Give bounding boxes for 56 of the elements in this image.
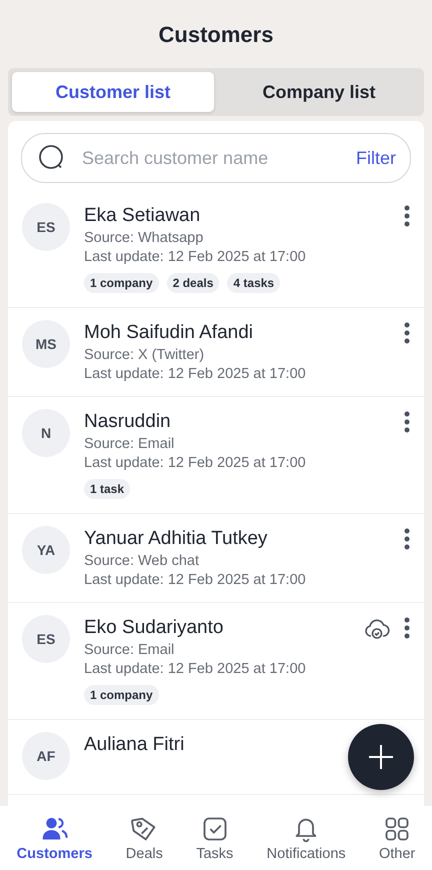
more-icon — [404, 617, 410, 639]
customer-name: Yanuar Adhitia Tutkey — [84, 527, 268, 550]
search-icon — [38, 144, 66, 172]
customer-name: Eka Setiawan — [84, 204, 202, 227]
customer-row[interactable]: MS Moh Saifudin Afandi Source: X (Twitter) Last update: 12 Feb 2025 at 17:00 — [8, 308, 424, 397]
more-icon — [404, 205, 410, 227]
customer-source: Source: Email — [84, 642, 176, 658]
count-tag: 1 task — [84, 479, 130, 499]
more-icon — [404, 528, 410, 550]
avatar: ES — [22, 615, 70, 663]
more-icon — [404, 411, 410, 433]
nav-item[interactable]: Customers — [14, 814, 94, 862]
more-icon — [404, 322, 410, 344]
checkbox-icon — [200, 814, 229, 842]
avatar: YA — [22, 526, 70, 574]
last-update: Last update: 12 Feb 2025 at 17:00 — [84, 455, 307, 471]
page-title: Customers — [158, 21, 274, 49]
customer-source: Source: Web chat — [84, 553, 200, 569]
customer-source: Source: X (Twitter) — [84, 347, 206, 363]
tab[interactable]: Customer list — [12, 72, 214, 112]
customer-name: Auliana Fitri — [84, 733, 186, 756]
more-button[interactable] — [404, 322, 410, 344]
avatar: MS — [22, 320, 70, 368]
last-update: Last update: 12 Feb 2025 at 17:00 — [84, 661, 307, 677]
customer-row[interactable]: ES Eka Setiawan Source: Whatsapp Last update: 12 Feb 2025 at 17:00 1 company 2 deals 4 tasks — [8, 191, 424, 308]
customer-source: Source: Whatsapp — [84, 230, 204, 246]
grid-icon — [383, 814, 412, 842]
more-button[interactable] — [404, 411, 410, 433]
more-button[interactable] — [404, 205, 410, 227]
count-tag: 1 company — [84, 685, 159, 705]
customer-row[interactable]: ES Eko Sudariyanto Source: Email Last update: 12 Feb 2025 at 17:00 1 company — [8, 603, 424, 720]
avatar: AF — [22, 732, 70, 780]
plus-icon — [368, 744, 394, 770]
more-button[interactable] — [404, 528, 410, 550]
last-update: Last update: 12 Feb 2025 at 17:00 — [84, 366, 307, 382]
count-tag: 1 company — [84, 273, 159, 293]
search-field[interactable]: Search customer name Filter — [21, 133, 411, 183]
customer-name: Moh Saifudin Afandi — [84, 321, 254, 344]
tab[interactable]: Company list — [218, 72, 420, 112]
nav-item[interactable]: Notifications — [264, 814, 348, 862]
nav-item[interactable]: Deals — [124, 814, 165, 862]
customer-row[interactable]: N Nasruddin Source: Email Last update: 12 Feb 2025 at 17:00 1 task — [8, 397, 424, 514]
count-tag: 4 tasks — [227, 273, 280, 293]
nav-item[interactable]: Other — [377, 814, 418, 862]
last-update: Last update: 12 Feb 2025 at 17:00 — [84, 572, 307, 588]
customer-name: Eko Sudariyanto — [84, 616, 224, 639]
filter-button[interactable]: Filter — [356, 148, 396, 168]
count-tag: 2 deals — [166, 273, 220, 293]
avatar: N — [22, 409, 70, 457]
customer-name: Nasruddin — [84, 410, 172, 433]
customer-source: Source: Email — [84, 436, 176, 452]
avatar: ES — [22, 203, 70, 251]
last-update: Last update: 12 Feb 2025 at 17:00 — [84, 249, 307, 265]
nav-item[interactable]: Tasks — [194, 814, 236, 862]
customer-row[interactable]: YA Yanuar Adhitia Tutkey Source: Web chat Last update: 12 Feb 2025 at 17:00 — [8, 514, 424, 603]
more-button[interactable] — [404, 617, 410, 639]
